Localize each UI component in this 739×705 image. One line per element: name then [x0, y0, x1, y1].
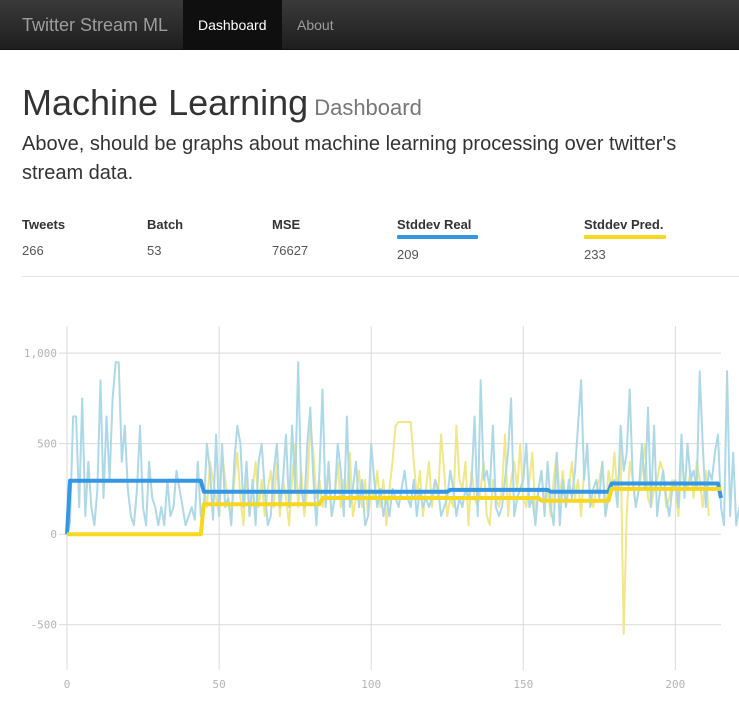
- stat-mse: MSE 76627: [272, 216, 308, 258]
- stat-stddev-pred-value: 233: [584, 247, 606, 262]
- nav-dashboard[interactable]: Dashboard: [183, 0, 282, 50]
- page-subtitle: Dashboard: [314, 95, 422, 120]
- stat-stddev-pred-swatch: [584, 235, 666, 239]
- x-tick-label: 150: [513, 678, 533, 691]
- x-tick-label: 200: [665, 678, 685, 691]
- navbar: Twitter Stream ML Dashboard About: [0, 0, 739, 50]
- brand-link[interactable]: Twitter Stream ML: [22, 0, 168, 50]
- y-tick-label: 1,000: [24, 347, 57, 360]
- stat-stddev-real: Stddev Real 209: [397, 216, 478, 262]
- stat-batch: Batch 53: [147, 216, 183, 258]
- stat-stddev-real-value: 209: [397, 247, 419, 262]
- y-tick-label: -500: [31, 619, 58, 632]
- y-tick-label: 0: [50, 528, 57, 541]
- stat-tweets: Tweets 266: [22, 216, 65, 258]
- stat-tweets-label: Tweets: [22, 217, 66, 232]
- stat-batch-value: 53: [147, 243, 162, 258]
- stat-stddev-real-label: Stddev Real: [397, 217, 472, 232]
- stat-mse-label: MSE: [272, 217, 301, 232]
- stat-tweets-value: 266: [22, 243, 44, 258]
- x-tick-label: 50: [212, 678, 225, 691]
- nav-about[interactable]: About: [282, 0, 349, 50]
- x-tick-label: 0: [64, 678, 71, 691]
- series-real-line: [66, 361, 739, 535]
- stats-divider: [22, 276, 739, 277]
- page-title-text: Machine Learning: [22, 82, 309, 123]
- lead-text: Above, should be graphs about machine le…: [22, 133, 677, 184]
- series-pred-line: [202, 421, 710, 635]
- stat-stddev-pred-label: Stddev Pred.: [584, 217, 664, 232]
- stat-stddev-pred: Stddev Pred. 233: [584, 216, 666, 262]
- page-title: Machine Learning Dashboard: [22, 82, 422, 124]
- ml-line-chart: 0 50 100 150 200 -500 0 500 1,000: [24, 326, 739, 691]
- stat-stddev-real-swatch: [397, 235, 478, 239]
- y-tick-label: 500: [37, 438, 57, 451]
- stat-mse-value: 76627: [272, 243, 309, 258]
- stat-batch-label: Batch: [147, 217, 184, 232]
- x-tick-label: 100: [361, 678, 381, 691]
